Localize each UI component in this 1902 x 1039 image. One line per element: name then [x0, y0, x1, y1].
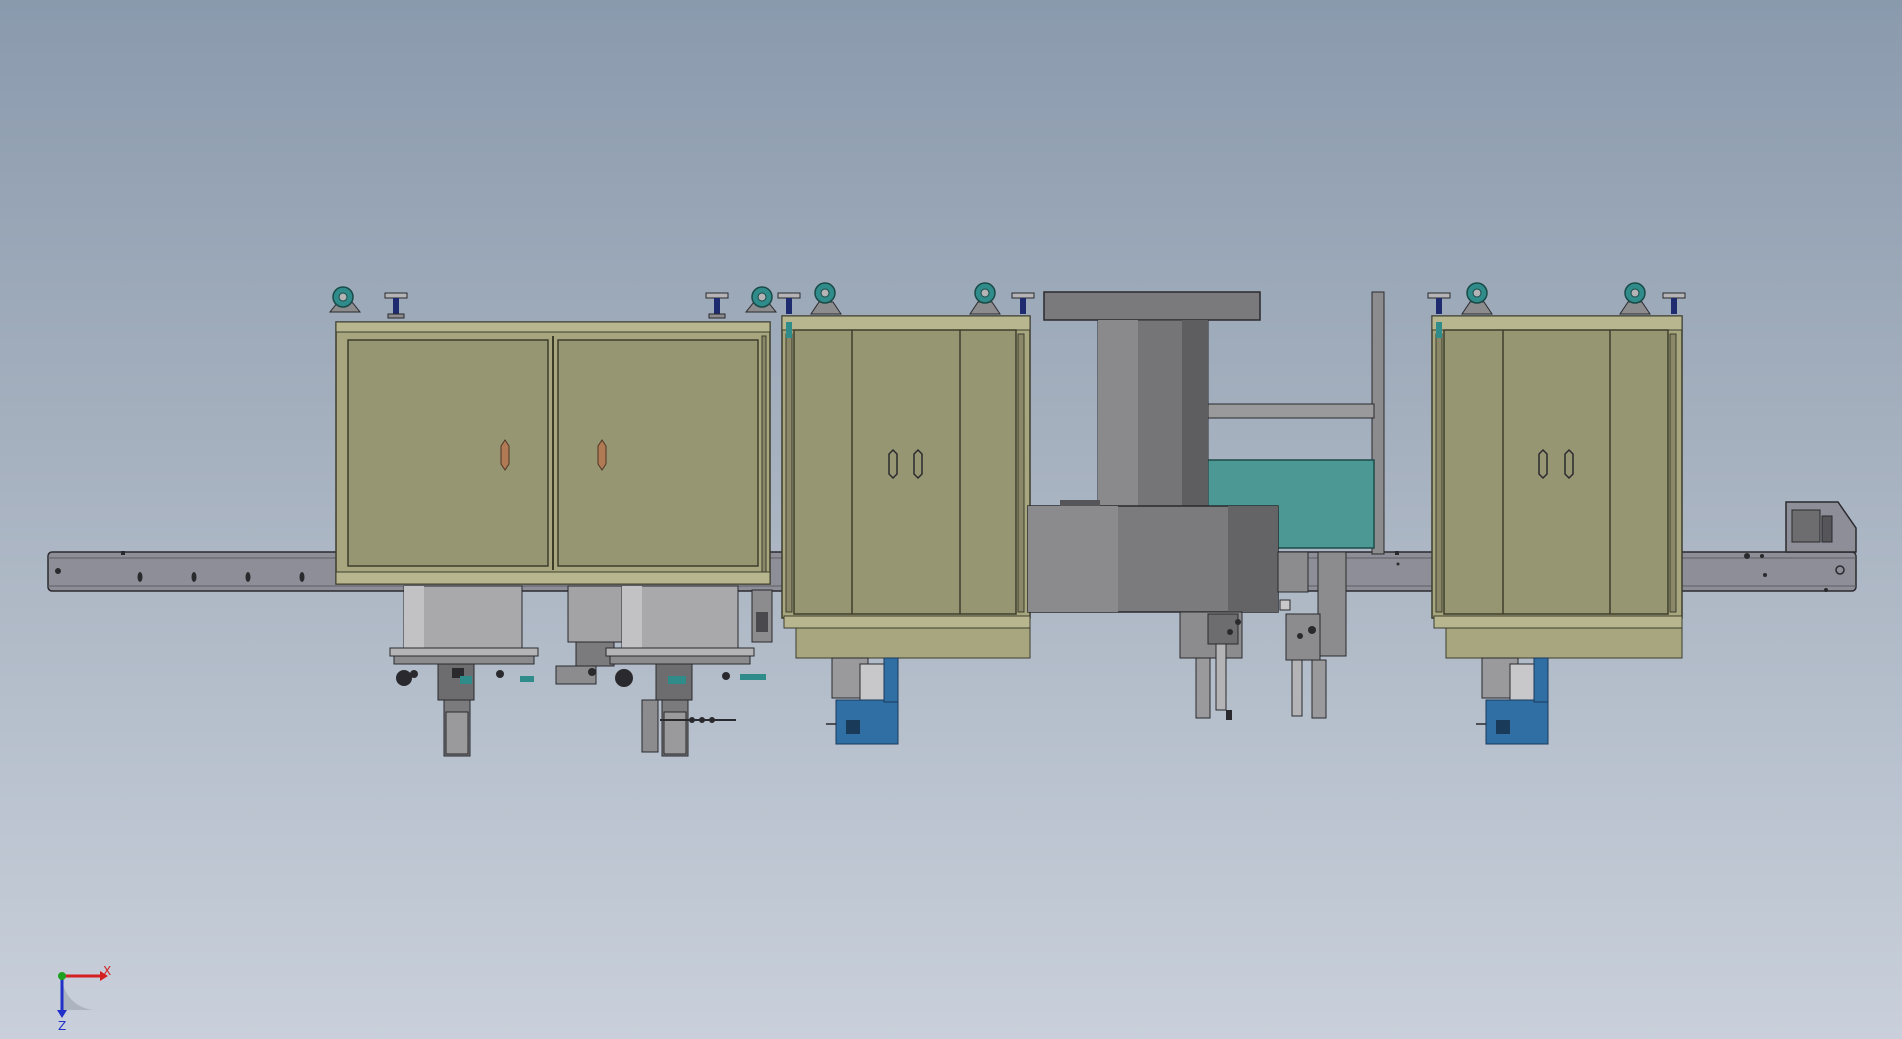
cad-viewport[interactable]: X Z: [0, 0, 1902, 1039]
leveling-foot-1: [384, 292, 408, 319]
hopper-assembly-right: [555, 585, 766, 757]
leveling-foot-2: [705, 292, 729, 319]
cabinet-1-handle-right: [597, 439, 607, 471]
pneumatic-actuators: [1179, 599, 1327, 720]
caster-wheel-6: [1619, 282, 1651, 315]
cabinet-2: [777, 282, 1035, 659]
leveling-foot-6: [1662, 292, 1686, 314]
leveling-foot-5: [1427, 292, 1451, 314]
cabinet-1: [328, 286, 778, 585]
caster-wheel-2: [744, 286, 778, 313]
caster-wheel-5: [1461, 282, 1493, 315]
leveling-foot-3: [777, 292, 801, 314]
coordinate-triad[interactable]: X Z: [57, 964, 111, 1033]
side-bracket-cabinet-1: [751, 589, 773, 643]
x-axis-label: X: [103, 964, 111, 978]
caster-wheel-4: [969, 282, 1001, 315]
caster-wheel-3: [810, 282, 842, 315]
z-axis-label: Z: [58, 1019, 66, 1033]
cabinet-3: [1427, 282, 1686, 659]
machine-side-view: X Z: [47, 282, 1857, 1033]
motor-unit-2: [1476, 657, 1549, 745]
caster-wheel-1: [328, 286, 362, 313]
hopper-assembly-left: [389, 585, 539, 757]
cabinet-1-handle-left: [500, 439, 510, 471]
turret-base-drum: [1027, 500, 1279, 613]
motor-unit-1: [826, 657, 899, 745]
leveling-foot-4: [1011, 292, 1035, 314]
y-axis-marker: [58, 972, 66, 980]
